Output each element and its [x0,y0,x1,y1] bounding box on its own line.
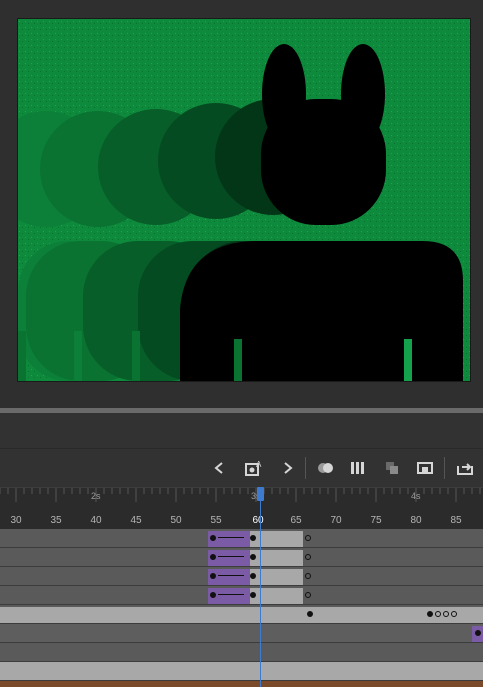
keyframe[interactable] [250,535,256,541]
frame-number: 50 [170,515,182,526]
layer-row[interactable] [0,662,483,681]
empty-keyframe[interactable] [305,573,311,579]
empty-keyframe[interactable] [305,554,311,560]
playhead-handle[interactable] [257,487,264,501]
layer-row[interactable] [0,643,483,662]
empty-keyframe[interactable] [443,611,449,617]
keyframe[interactable] [475,630,481,636]
frame-number: 40 [90,515,102,526]
frame-number: 85 [450,515,462,526]
empty-keyframe[interactable] [451,611,457,617]
center-frame-icon[interactable] [380,455,406,481]
frame-number: 45 [130,515,142,526]
timeline-ruler[interactable]: 2s 3s 4s 30 35 40 45 50 55 60 65 70 75 8… [0,487,483,530]
layer-row[interactable] [0,529,483,548]
keyframe[interactable] [210,554,216,560]
frame-span[interactable] [250,588,303,604]
tween-arrow [218,556,244,557]
frame-span[interactable] [250,550,303,566]
timeline-header [0,413,483,449]
layer-row[interactable] [0,567,483,586]
keyframe[interactable] [250,573,256,579]
stage-artwork [18,19,470,381]
keyframe[interactable] [210,592,216,598]
edit-multiple-frames-icon[interactable] [346,455,372,481]
svg-text:A: A [256,460,262,469]
tween-arrow [218,575,244,576]
onion-skin-icon[interactable] [313,455,339,481]
frame-number: 30 [10,515,22,526]
frame-number: 80 [410,515,422,526]
frame-number: 70 [330,515,342,526]
timeline-toolbar: A [0,449,483,487]
frame-number: 65 [290,515,302,526]
keyframe[interactable] [210,573,216,579]
insert-keyframe-icon[interactable]: A [241,455,267,481]
playhead-line[interactable] [260,487,261,687]
empty-keyframe[interactable] [305,592,311,598]
stage-canvas[interactable] [17,18,471,382]
toolbar-divider [444,457,445,479]
layer-row[interactable] [0,586,483,605]
loop-icon[interactable] [413,455,439,481]
keyframe[interactable] [210,535,216,541]
timeline-layers[interactable] [0,529,483,687]
current-frame-number: 60 [252,515,264,526]
layer-row[interactable] [0,548,483,567]
layer-row[interactable] [0,624,483,643]
keyframe[interactable] [250,554,256,560]
empty-keyframe[interactable] [435,611,441,617]
empty-keyframe[interactable] [305,535,311,541]
keyframe[interactable] [250,592,256,598]
frame-span[interactable] [0,607,483,623]
chevron-left-icon[interactable] [206,455,232,481]
frame-number: 35 [50,515,62,526]
scrub-strip [0,681,483,687]
export-icon[interactable] [452,455,478,481]
layer-row[interactable] [0,605,483,624]
keyframe[interactable] [307,611,313,617]
frame-number: 55 [210,515,222,526]
frame-number: 75 [370,515,382,526]
toolbar-divider [305,457,306,479]
frame-span[interactable] [250,531,303,547]
tween-arrow [218,537,244,538]
chevron-right-icon[interactable] [275,455,301,481]
keyframe[interactable] [427,611,433,617]
tween-arrow [218,594,244,595]
frame-span[interactable] [250,569,303,585]
